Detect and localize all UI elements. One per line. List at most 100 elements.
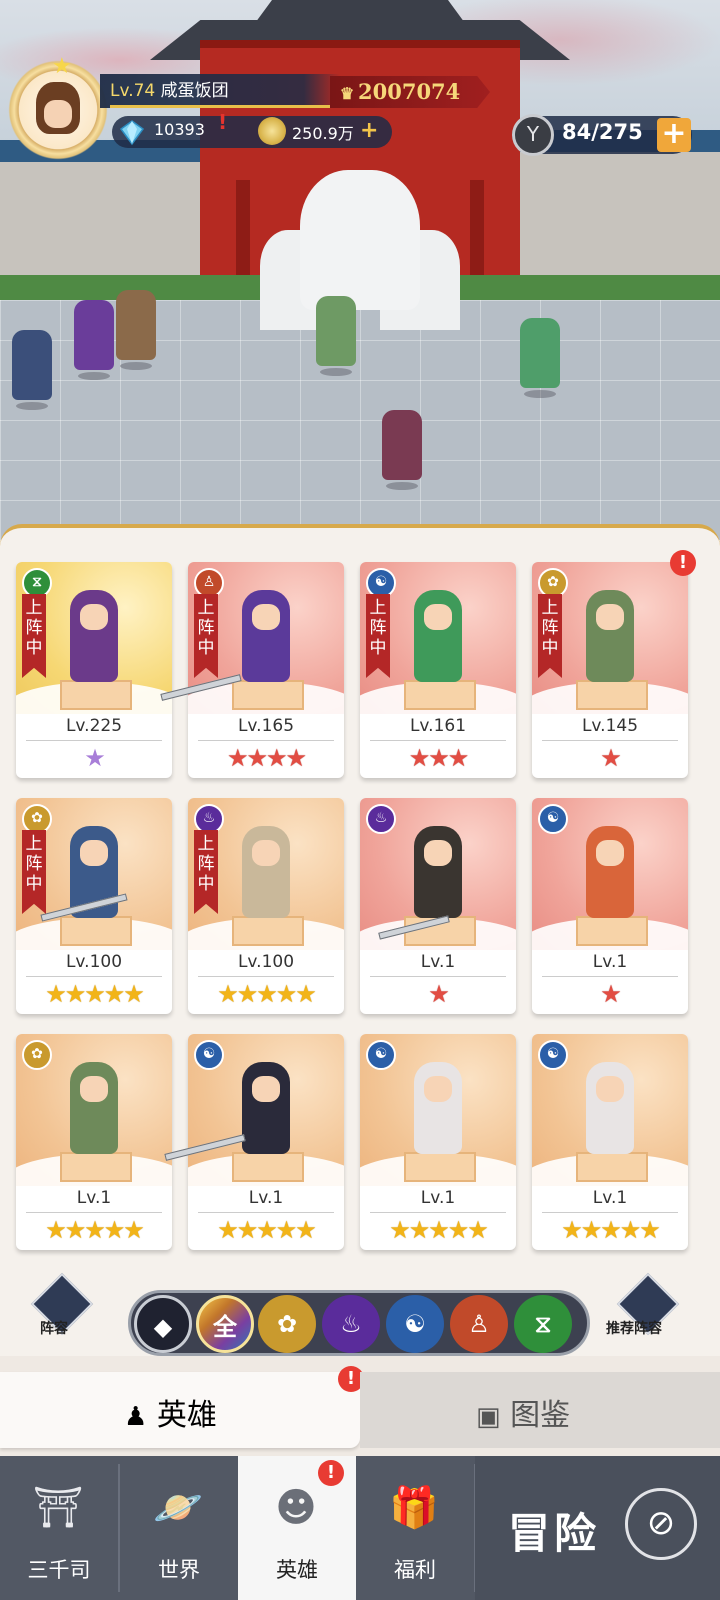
hero-card[interactable]: ♙ 上阵中 Lv.165 ★★★★ xyxy=(188,562,344,778)
lotus-filter-button[interactable]: ✿ xyxy=(258,1295,316,1353)
player-avatar[interactable]: ★ xyxy=(8,54,108,160)
diamond-filter-button[interactable]: ◆ xyxy=(134,1295,192,1353)
hero-card[interactable]: ☯ Lv.1 ★★★★★ xyxy=(532,1034,688,1250)
divider xyxy=(26,1212,162,1213)
combat-power: ♛ 2007074 xyxy=(330,76,490,108)
stamina-count: 84/275 xyxy=(562,120,643,144)
yinyang-filter-button[interactable]: ☯ xyxy=(386,1295,444,1353)
tab-codex-text: ▣ 图鉴 xyxy=(476,1390,570,1434)
star-rating: ★★★★★ xyxy=(217,1216,317,1244)
dna-filter-button[interactable]: ⧖ xyxy=(514,1295,572,1353)
yinyang-icon: ☯ xyxy=(194,1040,224,1070)
add-gold-button[interactable]: + xyxy=(360,118,378,143)
hero-sprite[interactable] xyxy=(382,410,422,490)
hero-pedestal xyxy=(232,1152,304,1182)
hero-card[interactable]: ✿ 上阵中 Lv.145 ★ xyxy=(532,562,688,778)
hero-sprite[interactable] xyxy=(12,330,52,410)
hero-sprite[interactable] xyxy=(116,290,156,370)
hero-card[interactable]: ☯ 上阵中 Lv.161 ★★★ xyxy=(360,562,516,778)
hero-pedestal xyxy=(232,916,304,946)
alert-icon: ! xyxy=(218,110,228,134)
hero-pedestal xyxy=(232,680,304,710)
hero-figure xyxy=(242,826,290,918)
tab-codex-label: 图鉴 xyxy=(510,1398,571,1433)
hero-figure xyxy=(242,1062,290,1154)
nav-label-sanqiansi: 三千司 xyxy=(27,1558,91,1582)
star-rating: ★★★★★ xyxy=(45,980,145,1008)
planet-icon: 🪐 xyxy=(153,1485,203,1531)
hero-head-icon: ☻ xyxy=(275,1485,317,1531)
divider xyxy=(198,740,334,741)
hero-figure xyxy=(414,590,462,682)
hero-pedestal xyxy=(60,1152,132,1182)
alert-icon: ! xyxy=(670,550,696,576)
hero-figure xyxy=(242,590,290,682)
hero-sprite[interactable] xyxy=(316,296,356,376)
hero-pedestal xyxy=(576,680,648,710)
yinyang-icon: ☯ xyxy=(366,568,396,598)
hero-card[interactable]: ✿ Lv.1 ★★★★★ xyxy=(16,1034,172,1250)
star-rating: ★★★★★ xyxy=(561,1216,661,1244)
lotus-icon: ✿ xyxy=(276,1310,298,1338)
add-stamina-button[interactable]: + xyxy=(657,118,691,152)
player-name: 咸蛋饭团 xyxy=(160,81,229,101)
all-filter-button[interactable]: 全 xyxy=(196,1295,254,1353)
hero-card[interactable]: ♨ Lv.1 ★ xyxy=(360,798,516,1014)
hero-level: Lv.1 xyxy=(248,1188,284,1208)
gold-count: 250.9万 xyxy=(292,124,354,143)
codex-icon: ▣ xyxy=(476,1402,501,1432)
flame-filter-button[interactable]: ♨ xyxy=(322,1295,380,1353)
star-icon: ★ xyxy=(52,54,72,79)
star-rating: ★ xyxy=(600,744,622,772)
tab-heroes-label: 英雄 xyxy=(156,1398,217,1433)
nine-tail-fox-statue xyxy=(300,170,420,310)
yinyang-icon: ☯ xyxy=(404,1310,426,1338)
hero-sprite[interactable] xyxy=(520,318,560,398)
divider xyxy=(198,1212,334,1213)
hero-card[interactable]: ♨ 上阵中 Lv.100 ★★★★★ xyxy=(188,798,344,1014)
deployed-ribbon: 上阵中 xyxy=(538,594,562,678)
player-level: Lv.74 xyxy=(110,81,156,101)
hero-sprite[interactable] xyxy=(74,300,114,380)
gold-coin-icon xyxy=(258,117,286,145)
meditation-filter-button[interactable]: ♙ xyxy=(450,1295,508,1353)
gift-box-icon: 🎁 xyxy=(389,1485,439,1531)
divider xyxy=(26,740,162,741)
flame-icon: ♨ xyxy=(340,1310,362,1338)
hero-level: Lv.145 xyxy=(581,716,639,736)
hero-card[interactable]: ☯ Lv.1 ★ xyxy=(532,798,688,1014)
temple-pillar xyxy=(236,180,250,290)
dna-icon: ⧖ xyxy=(22,568,52,598)
dna-icon: ⧖ xyxy=(534,1310,552,1338)
flame-icon: ♨ xyxy=(366,804,396,834)
divider xyxy=(370,1212,506,1213)
yinyang-icon: ☯ xyxy=(538,804,568,834)
nav-label-heroes: 英雄 xyxy=(276,1558,318,1582)
divider xyxy=(26,976,162,977)
star-rating: ★★★★★ xyxy=(45,1216,145,1244)
hero-pedestal xyxy=(60,680,132,710)
hero-figure xyxy=(586,1062,634,1154)
hero-pedestal xyxy=(576,916,648,946)
player-name-bar: Lv.74 咸蛋饭团 xyxy=(100,74,340,108)
meditation-icon: ♙ xyxy=(194,568,224,598)
star-rating: ★★★★ xyxy=(226,744,307,772)
divider xyxy=(370,740,506,741)
deployed-ribbon: 上阵中 xyxy=(194,594,218,678)
hero-card[interactable]: ☯ Lv.1 ★★★★★ xyxy=(360,1034,516,1250)
adventure-label: 冒险 xyxy=(508,1509,601,1558)
hero-level: Lv.1 xyxy=(420,1188,456,1208)
all-filter-label: 全 xyxy=(213,1313,237,1341)
hero-pedestal xyxy=(60,916,132,946)
hero-card[interactable]: ⧖ 上阵中 Lv.225 ★ xyxy=(16,562,172,778)
hero-figure xyxy=(414,1062,462,1154)
hero-level: Lv.165 xyxy=(237,716,295,736)
tab-heroes-text: ♟ 英雄 xyxy=(124,1390,217,1434)
hero-level: Lv.225 xyxy=(65,716,123,736)
stamina-icon: Y xyxy=(512,114,554,156)
hero-level: Lv.1 xyxy=(76,1188,112,1208)
divider xyxy=(370,976,506,977)
hero-level: Lv.1 xyxy=(592,952,628,972)
lotus-icon: ✿ xyxy=(22,804,52,834)
temple-icon: ⛩ xyxy=(32,1485,84,1531)
